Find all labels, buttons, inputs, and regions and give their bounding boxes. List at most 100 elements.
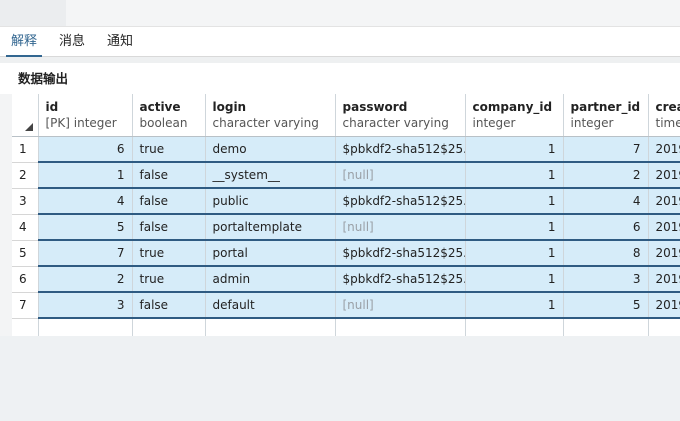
cell-id[interactable]: 3 bbox=[38, 292, 133, 319]
table-row[interactable]: 6 2 true admin $pbkdf2-sha512$25... 1 3 … bbox=[12, 266, 680, 293]
cell-login[interactable]: public bbox=[205, 188, 336, 215]
cell-login[interactable]: __system__ bbox=[205, 162, 336, 189]
cell-password[interactable]: $pbkdf2-sha512$25... bbox=[335, 188, 466, 215]
cell-login[interactable]: portaltemplate bbox=[205, 214, 336, 241]
column-type: [PK] integer bbox=[45, 116, 117, 130]
column-name: login bbox=[212, 100, 247, 114]
cell-created[interactable]: 2019 bbox=[648, 240, 680, 267]
cell-partner-id[interactable]: 2 bbox=[563, 162, 649, 189]
column-header-login[interactable]: login character varying bbox=[205, 94, 336, 137]
cell-active[interactable]: false bbox=[132, 162, 206, 189]
top-left-panel bbox=[0, 0, 66, 26]
cell-partner-id[interactable]: 3 bbox=[563, 266, 649, 293]
cell-id[interactable]: 7 bbox=[38, 240, 133, 267]
column-header-password[interactable]: password character varying bbox=[335, 94, 466, 137]
column-type: character varying bbox=[212, 116, 319, 130]
table-row[interactable]: 2 1 false __system__ [null] 1 2 2019 bbox=[12, 162, 680, 189]
row-number[interactable]: 4 bbox=[12, 214, 39, 241]
column-name: company_id bbox=[472, 100, 553, 114]
column-header-created[interactable]: crea time bbox=[648, 94, 680, 137]
cell-company-id[interactable]: 1 bbox=[465, 240, 564, 267]
cell-created[interactable]: 2019 bbox=[648, 214, 680, 241]
column-header-active[interactable]: active boolean bbox=[132, 94, 206, 137]
cell-password[interactable]: [null] bbox=[335, 214, 466, 241]
cell-active[interactable]: true bbox=[132, 136, 206, 163]
cell-created[interactable]: 2019 bbox=[648, 136, 680, 163]
table-row[interactable]: 3 4 false public $pbkdf2-sha512$25... 1 … bbox=[12, 188, 680, 215]
empty-cell[interactable] bbox=[335, 318, 466, 336]
cell-id[interactable]: 1 bbox=[38, 162, 133, 189]
row-number[interactable]: 7 bbox=[12, 292, 39, 319]
cell-company-id[interactable]: 1 bbox=[465, 188, 564, 215]
cell-company-id[interactable]: 1 bbox=[465, 292, 564, 319]
cell-login[interactable]: default bbox=[205, 292, 336, 319]
table-row[interactable]: 4 5 false portaltemplate [null] 1 6 2019 bbox=[12, 214, 680, 241]
column-name: id bbox=[45, 100, 59, 114]
row-number[interactable]: 5 bbox=[12, 240, 39, 267]
tab-notifications[interactable]: 通知 bbox=[96, 27, 144, 56]
empty-cell[interactable] bbox=[38, 318, 133, 336]
cell-company-id[interactable]: 1 bbox=[465, 214, 564, 241]
cell-active[interactable]: false bbox=[132, 214, 206, 241]
table-row[interactable]: 1 6 true demo $pbkdf2-sha512$25... 1 7 2… bbox=[12, 136, 680, 163]
cell-login[interactable]: demo bbox=[205, 136, 336, 163]
cell-active[interactable]: true bbox=[132, 240, 206, 267]
cell-created[interactable]: 2019 bbox=[648, 188, 680, 215]
cell-active[interactable]: false bbox=[132, 292, 206, 319]
cell-active[interactable]: false bbox=[132, 188, 206, 215]
empty-cell[interactable] bbox=[465, 318, 564, 336]
panel-separator bbox=[0, 57, 680, 63]
column-name: partner_id bbox=[570, 100, 641, 114]
cell-password[interactable]: $pbkdf2-sha512$25... bbox=[335, 136, 466, 163]
column-type: time bbox=[655, 116, 680, 130]
cell-partner-id[interactable]: 7 bbox=[563, 136, 649, 163]
column-type: boolean bbox=[139, 116, 188, 130]
column-header-id[interactable]: id [PK] integer bbox=[38, 94, 133, 137]
empty-cell[interactable] bbox=[648, 318, 680, 336]
cell-company-id[interactable]: 1 bbox=[465, 136, 564, 163]
table-row[interactable]: 7 3 false default [null] 1 5 2019 bbox=[12, 292, 680, 319]
cell-partner-id[interactable]: 8 bbox=[563, 240, 649, 267]
cell-password[interactable]: [null] bbox=[335, 292, 466, 319]
cell-id[interactable]: 4 bbox=[38, 188, 133, 215]
section-title: 数据输出 bbox=[18, 71, 69, 86]
tab-explain[interactable]: 解释 bbox=[0, 27, 48, 57]
cell-created[interactable]: 2019 bbox=[648, 266, 680, 293]
cell-id[interactable]: 2 bbox=[38, 266, 133, 293]
column-type: integer bbox=[472, 116, 516, 130]
cell-partner-id[interactable]: 5 bbox=[563, 292, 649, 319]
row-number-empty bbox=[12, 318, 39, 336]
top-toolbar-strip bbox=[0, 0, 680, 27]
cell-password[interactable]: [null] bbox=[335, 162, 466, 189]
cell-active[interactable]: true bbox=[132, 266, 206, 293]
cell-password[interactable]: $pbkdf2-sha512$25... bbox=[335, 240, 466, 267]
cell-created[interactable]: 2019 bbox=[648, 162, 680, 189]
empty-cell[interactable] bbox=[205, 318, 336, 336]
empty-cell[interactable] bbox=[132, 318, 206, 336]
column-name: crea bbox=[655, 100, 680, 114]
row-number[interactable]: 1 bbox=[12, 136, 39, 163]
empty-cell[interactable] bbox=[563, 318, 649, 336]
cell-login[interactable]: portal bbox=[205, 240, 336, 267]
cell-password[interactable]: $pbkdf2-sha512$25... bbox=[335, 266, 466, 293]
row-number[interactable]: 6 bbox=[12, 266, 39, 293]
corner-cell[interactable] bbox=[12, 94, 39, 137]
table-row[interactable]: 5 7 true portal $pbkdf2-sha512$25... 1 8… bbox=[12, 240, 680, 267]
column-name: active bbox=[139, 100, 181, 114]
output-tabs: 解释 消息 通知 bbox=[0, 27, 680, 57]
cell-login[interactable]: admin bbox=[205, 266, 336, 293]
cell-company-id[interactable]: 1 bbox=[465, 266, 564, 293]
tab-messages[interactable]: 消息 bbox=[48, 27, 96, 56]
row-number[interactable]: 3 bbox=[12, 188, 39, 215]
sort-triangle-icon[interactable] bbox=[24, 123, 33, 131]
row-number[interactable]: 2 bbox=[12, 162, 39, 189]
cell-created[interactable]: 2019 bbox=[648, 292, 680, 319]
cell-company-id[interactable]: 1 bbox=[465, 162, 564, 189]
empty-new-row[interactable] bbox=[12, 318, 680, 336]
column-header-partner-id[interactable]: partner_id integer bbox=[563, 94, 649, 137]
cell-partner-id[interactable]: 4 bbox=[563, 188, 649, 215]
cell-id[interactable]: 6 bbox=[38, 136, 133, 163]
column-header-company-id[interactable]: company_id integer bbox=[465, 94, 564, 137]
cell-id[interactable]: 5 bbox=[38, 214, 133, 241]
cell-partner-id[interactable]: 6 bbox=[563, 214, 649, 241]
